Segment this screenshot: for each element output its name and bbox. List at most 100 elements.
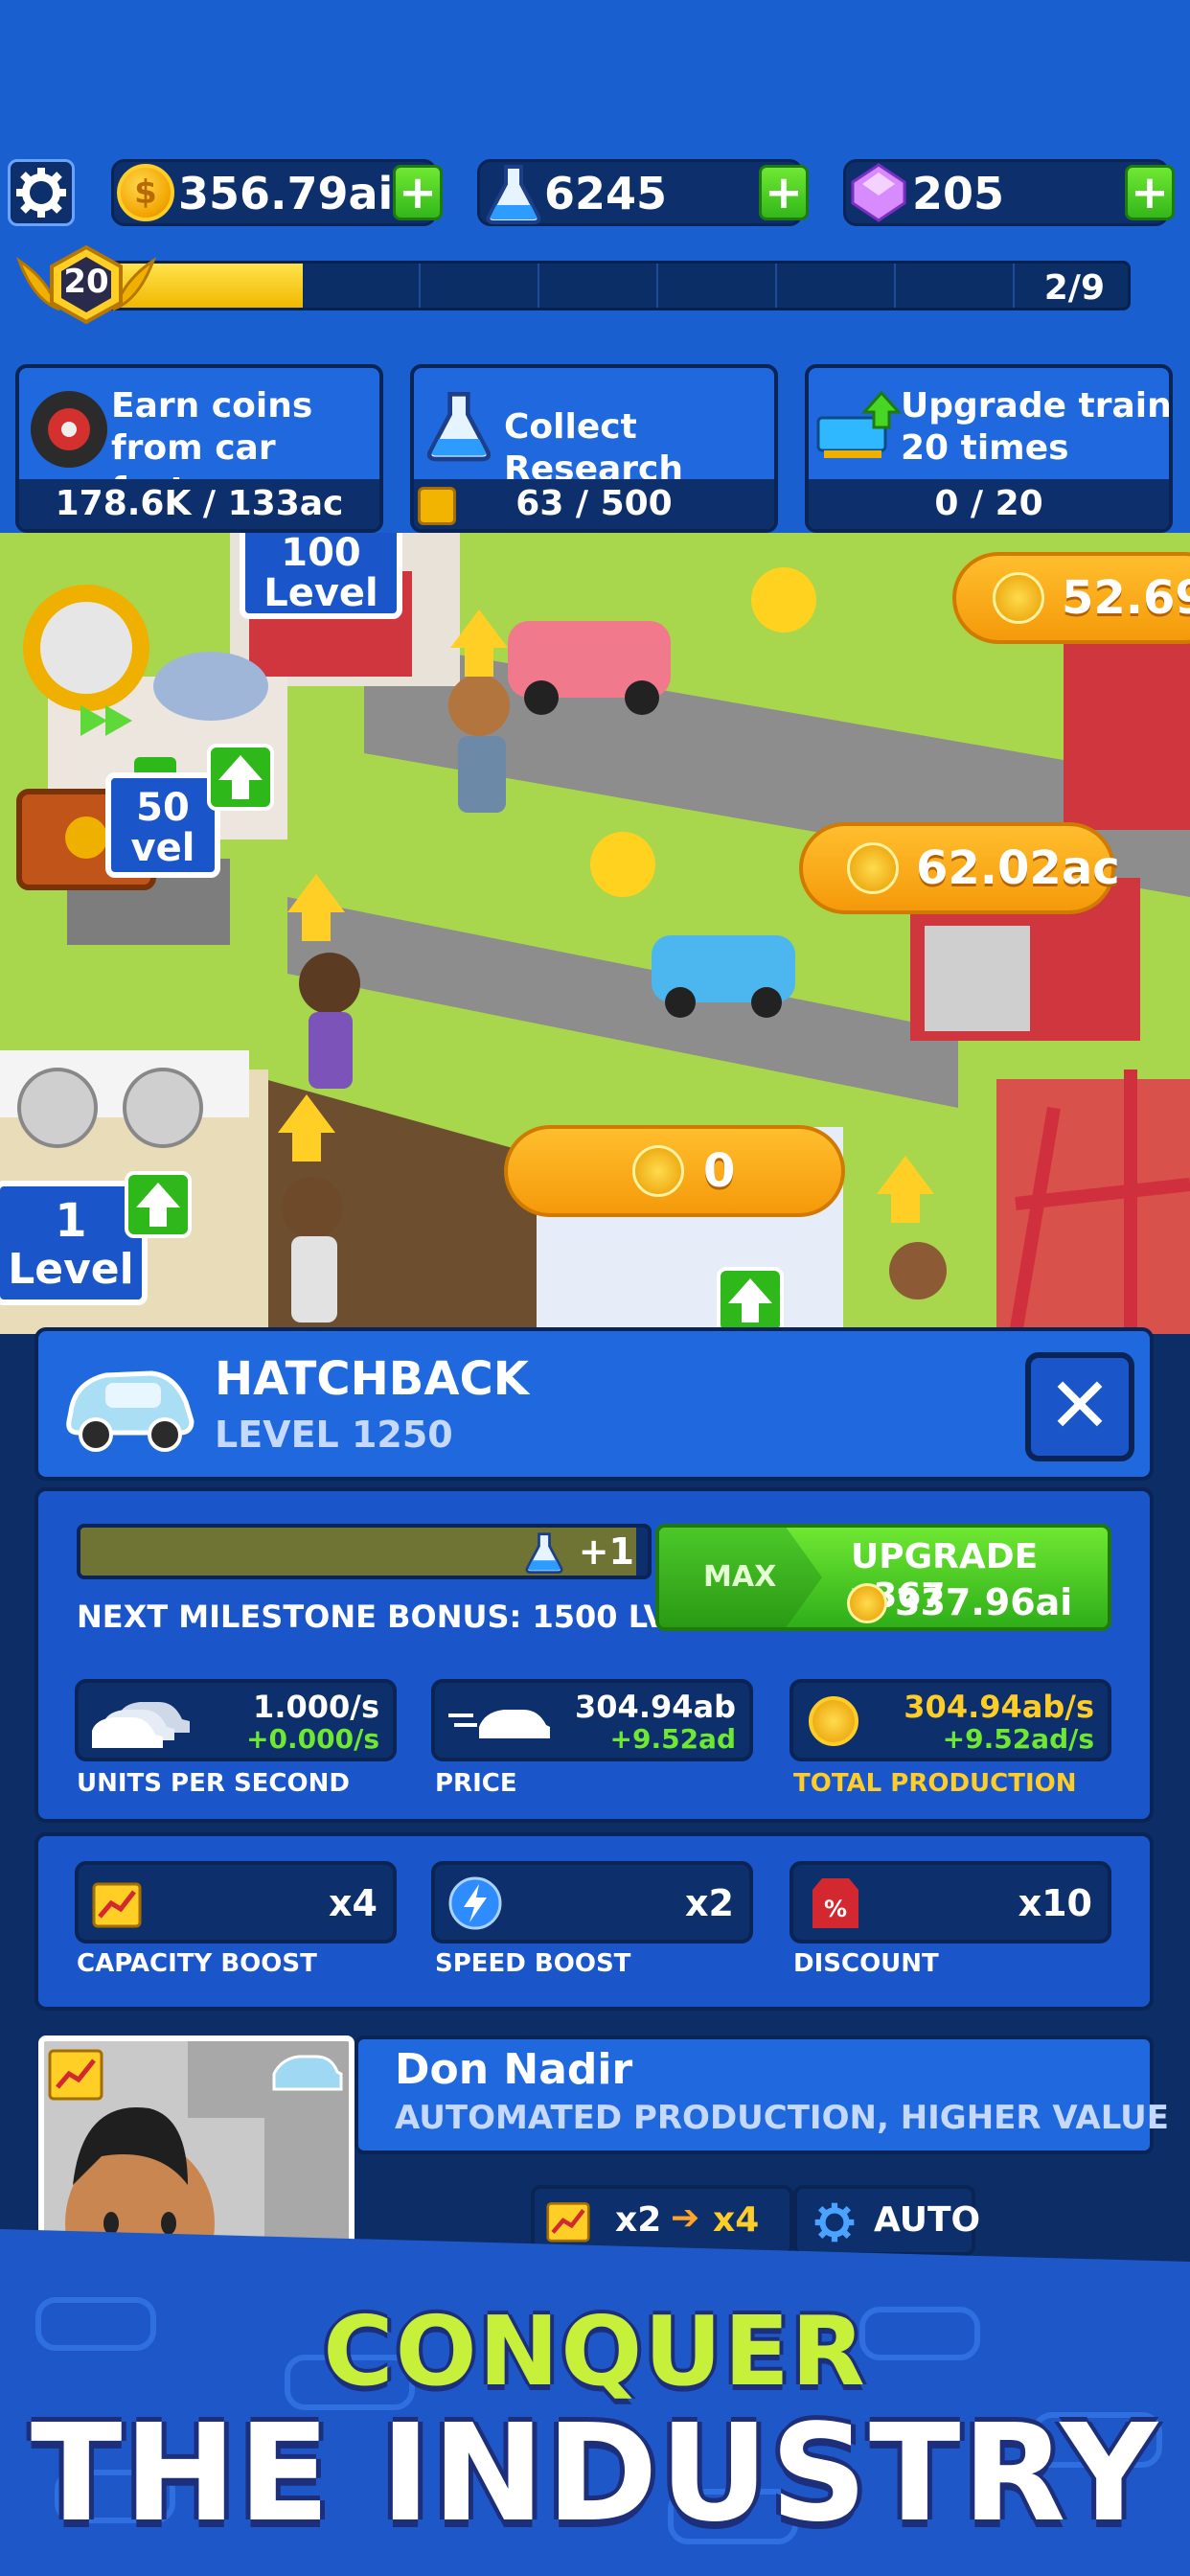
level-label: Level: [8, 1245, 134, 1294]
income-bubble[interactable]: 62.02ac: [799, 822, 1120, 914]
progress-divider: [656, 264, 658, 308]
boost-value: x10: [1018, 1882, 1092, 1924]
auto-label: AUTO: [874, 2200, 981, 2240]
factory-scene[interactable]: 100 Level 50 vel 1 Level 52.69 62.02ac 0: [0, 533, 1190, 1334]
progress-divider: [1013, 264, 1015, 308]
research-bonus: +1: [578, 1530, 634, 1573]
flask-icon: [525, 1532, 563, 1574]
boost-caption: CAPACITY BOOST: [77, 1949, 317, 1978]
quest-progress: 63 / 500: [414, 479, 774, 529]
stat-caption: UNITS PER SECOND: [77, 1769, 350, 1798]
building-level-sign[interactable]: 100 Level: [240, 533, 402, 619]
stat-value: 304.94ab: [575, 1689, 736, 1725]
income-value: 0: [703, 1144, 736, 1198]
speed-boost[interactable]: x2: [431, 1861, 753, 1944]
income-bubble[interactable]: 52.69: [952, 552, 1190, 644]
player-level-value: 20: [63, 263, 109, 301]
chart-icon: [92, 1882, 142, 1928]
total-production-stat: 304.94ab/s +9.52ad/s: [790, 1679, 1111, 1761]
manager-description: AUTOMATED PRODUCTION, HIGHER VALUE: [395, 2099, 1170, 2137]
capacity-boost[interactable]: x4: [75, 1861, 397, 1944]
flask-icon: [486, 165, 541, 224]
coin-icon: $: [117, 164, 174, 221]
progress-divider: [538, 264, 539, 308]
progress-divider: [894, 264, 896, 308]
cars-icon: [92, 1702, 190, 1748]
research-value: 6245: [544, 168, 668, 219]
upgrade-cost: 337.96ai: [895, 1581, 1073, 1623]
svg-text:%: %: [824, 1896, 847, 1922]
gear-icon: [814, 2202, 855, 2242]
level-progress-bar: 2/9: [67, 261, 1131, 310]
hatchback-car-icon: [66, 1370, 195, 1452]
units-per-second-stat: 1.000/s +0.000/s: [75, 1679, 397, 1761]
buy-coins-button[interactable]: +: [393, 165, 443, 220]
stat-caption: TOTAL PRODUCTION: [793, 1769, 1077, 1798]
close-button[interactable]: ✕: [1025, 1352, 1134, 1461]
building-level-sign[interactable]: 50 vel: [105, 772, 220, 878]
quest-card-3[interactable]: Upgrade train 20 times 0 / 20: [805, 364, 1173, 533]
flask-icon: [426, 392, 492, 462]
quest-title: Upgrade train 20 times: [901, 386, 1172, 468]
banner-line-2: THE INDUSTRY: [30, 2396, 1160, 2552]
vehicle-level: LEVEL 1250: [215, 1414, 453, 1456]
level-number: 50: [136, 786, 190, 830]
upgrade-arrow-button[interactable]: [717, 1267, 784, 1334]
settings-button[interactable]: [8, 159, 75, 226]
upgrade-button[interactable]: MAX UPGRADE x367 337.96ai: [655, 1524, 1111, 1631]
quest-card-1[interactable]: Earn coins from car factory 178.6K / 133…: [15, 364, 383, 533]
lightning-icon: [448, 1876, 502, 1930]
fast-car-icon: [448, 1710, 550, 1738]
coins-value: 356.79ai: [178, 168, 394, 219]
income-value: 62.02ac: [916, 841, 1120, 895]
player-level-badge[interactable]: 20: [10, 242, 163, 328]
max-label: MAX: [703, 1560, 777, 1594]
discount-boost[interactable]: % x10: [790, 1861, 1111, 1944]
upgrade-arrow-button[interactable]: [207, 744, 274, 811]
arrow-up-icon: [728, 1278, 772, 1322]
quest-progress: 0 / 20: [809, 479, 1169, 529]
boost-to: x4: [713, 2200, 760, 2240]
boost-caption: DISCOUNT: [793, 1949, 939, 1978]
coin-icon: [632, 1145, 684, 1197]
coin-icon: [993, 572, 1044, 624]
buy-research-button[interactable]: +: [759, 165, 809, 220]
quest-title: Collect Research: [504, 407, 683, 489]
stat-delta: +9.52ad: [609, 1723, 736, 1755]
level-number: 100: [281, 533, 361, 575]
arrow-up-icon: [136, 1183, 180, 1227]
tire-icon: [31, 391, 107, 468]
arrow-up-icon: [218, 755, 263, 799]
level-progress-text: 2/9: [1043, 268, 1105, 308]
boost-value: x2: [685, 1882, 734, 1924]
price-stat: 304.94ab +9.52ad: [431, 1679, 753, 1761]
upgrade-arrow-button[interactable]: [125, 1171, 192, 1238]
boost-from: x2: [615, 2200, 662, 2240]
auto-mode-chip[interactable]: AUTO: [793, 2185, 980, 2256]
milestone-progress-bar: +1: [77, 1524, 652, 1579]
banner-line-1: CONQUER: [323, 2295, 867, 2407]
chart-icon: [546, 2201, 590, 2242]
close-icon: ✕: [1047, 1361, 1112, 1450]
stat-value: 1.000/s: [253, 1689, 379, 1725]
income-bubble[interactable]: 0: [504, 1125, 845, 1217]
coin-icon: [809, 1696, 858, 1746]
vehicle-panel-header: HATCHBACK LEVEL 1250 ✕: [34, 1327, 1154, 1481]
reward-chip-icon: [418, 487, 456, 525]
coin-icon: [847, 842, 899, 894]
quest-card-2[interactable]: Collect Research 63 / 500: [410, 364, 778, 533]
gem-icon: [851, 163, 906, 222]
buy-gems-button[interactable]: +: [1125, 165, 1175, 220]
boost-caption: SPEED BOOST: [435, 1949, 631, 1978]
level-number: 1: [55, 1194, 87, 1248]
arrow-right-icon: ➔: [671, 2198, 700, 2238]
milestone-text: NEXT MILESTONE BONUS: 1500 LVL: [77, 1598, 687, 1635]
progress-divider: [775, 264, 777, 308]
level-label: Level: [263, 571, 378, 615]
train-upgrade-icon: [816, 390, 903, 458]
income-value: 52.69: [1062, 571, 1190, 625]
gear-icon: [16, 168, 66, 218]
stat-delta: +9.52ad/s: [942, 1723, 1094, 1755]
coin-icon: [847, 1583, 887, 1623]
manager-name: Don Nadir: [395, 2045, 633, 2094]
